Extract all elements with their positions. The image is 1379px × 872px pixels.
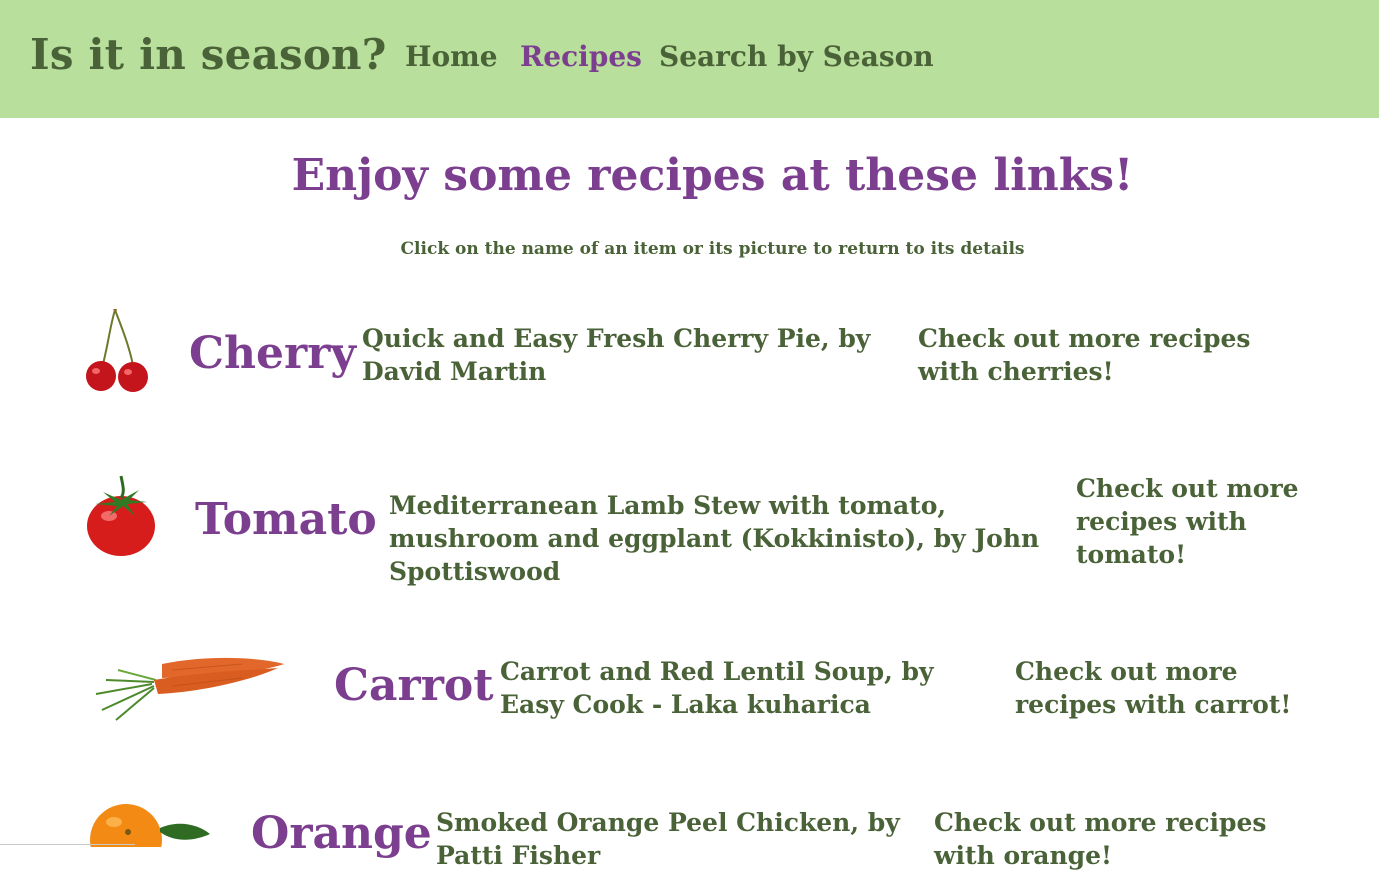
recipe-link-cherry[interactable]: Quick and Easy Fresh Cherry Pie, by Davi… [362, 322, 902, 388]
recipe-link-tomato[interactable]: Mediterranean Lamb Stew with tomato, mus… [389, 489, 1049, 588]
carrot-image[interactable] [92, 650, 287, 722]
nav-home[interactable]: Home [405, 40, 498, 73]
window-edge [0, 844, 135, 845]
item-name-orange[interactable]: Orange [251, 808, 432, 859]
nav-search-by-season[interactable]: Search by Season [659, 40, 934, 73]
cherry-image[interactable] [80, 306, 155, 394]
page-subtitle: Click on the name of an item or its pict… [400, 239, 1025, 259]
tomato-image[interactable] [85, 472, 157, 558]
more-recipes-cherry[interactable]: Check out more recipes with cherries! [918, 322, 1288, 388]
recipe-link-orange[interactable]: Smoked Orange Peel Chicken, by Patti Fis… [436, 806, 926, 872]
orange-image[interactable] [88, 802, 213, 847]
recipe-link-carrot[interactable]: Carrot and Red Lentil Soup, by Easy Cook… [500, 655, 960, 721]
more-recipes-tomato[interactable]: Check out more recipes with tomato! [1076, 472, 1301, 571]
page-title: Enjoy some recipes at these links! [291, 150, 1134, 201]
nav-recipes[interactable]: Recipes [520, 40, 642, 73]
item-name-carrot[interactable]: Carrot [334, 660, 494, 711]
more-recipes-carrot[interactable]: Check out more recipes with carrot! [1015, 655, 1315, 721]
site-header: Is it in season? Home Recipes Search by … [0, 0, 1379, 118]
more-recipes-orange[interactable]: Check out more recipes with orange! [934, 806, 1304, 872]
site-title[interactable]: Is it in season? [30, 30, 387, 79]
item-name-cherry[interactable]: Cherry [189, 328, 356, 379]
item-name-tomato[interactable]: Tomato [195, 494, 377, 545]
